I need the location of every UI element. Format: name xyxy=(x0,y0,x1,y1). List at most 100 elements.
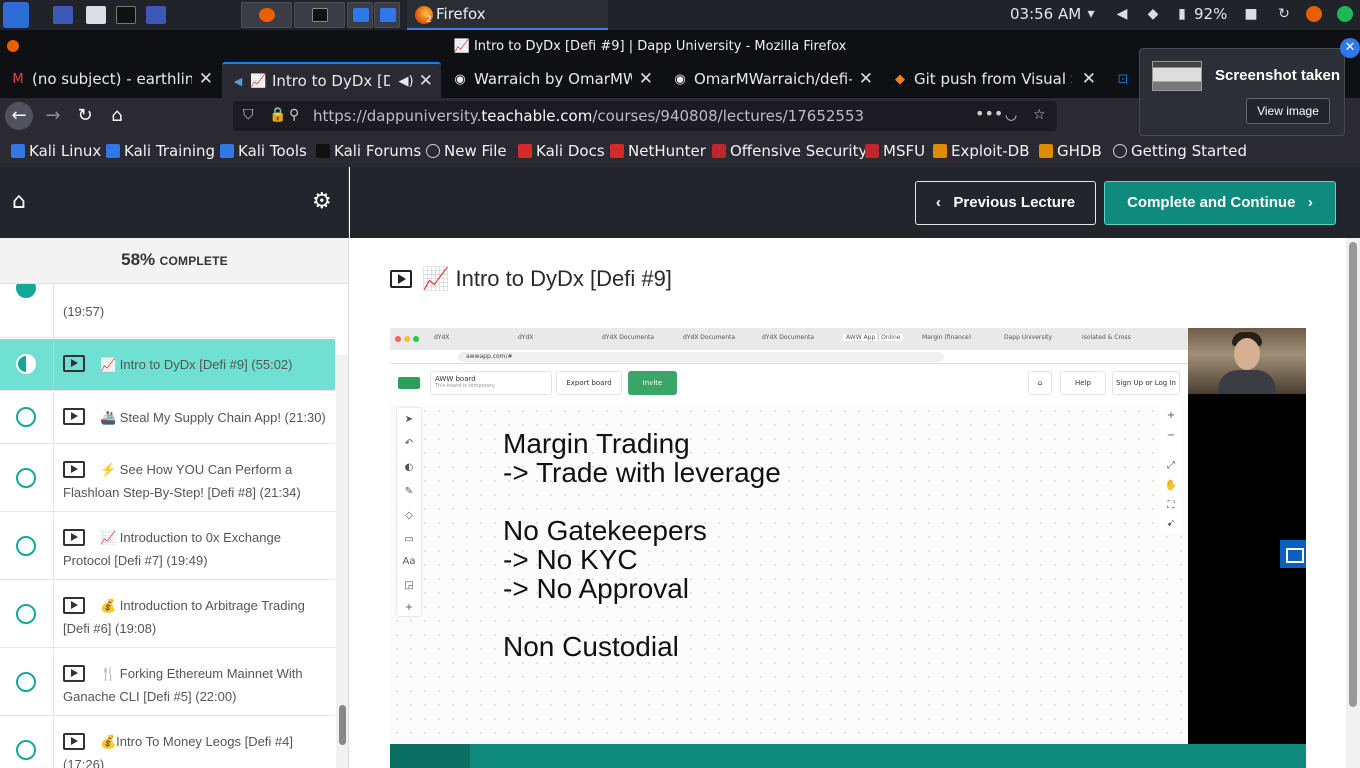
video-player[interactable]: dYdX dYdX dYdX Documenta dYdX Documenta … xyxy=(390,328,1306,768)
lecture-title: 💰 Introduction to Arbitrage Trading [Def… xyxy=(63,598,305,636)
lecture-item[interactable]: (19:57) xyxy=(0,278,335,338)
firefox-tray-icon[interactable] xyxy=(1306,6,1322,22)
home-icon[interactable]: ⌂ xyxy=(12,191,36,213)
hand-icon: ✋ xyxy=(1164,480,1178,491)
bookmark-star-icon[interactable]: ☆ xyxy=(1033,107,1046,123)
add-icon: + xyxy=(404,602,414,613)
bookmark-kali-training[interactable]: Kali Training xyxy=(106,142,215,160)
tab-github-defi[interactable]: ◉ OmarMWarraich/defi-da ✕ xyxy=(662,62,881,98)
files-icon[interactable] xyxy=(86,6,106,24)
tab-stackoverflow[interactable]: ◆ Git push from Visual Stu ✕ xyxy=(882,62,1104,98)
bookmark-nethunter[interactable]: NetHunter xyxy=(610,142,706,160)
notifications-icon[interactable]: ◆ xyxy=(1145,6,1161,22)
board-selector: AWW board This board is temporary xyxy=(430,371,552,395)
bookmark-msfu[interactable]: MSFU xyxy=(865,142,925,160)
zoom-in-icon: + xyxy=(1166,410,1176,421)
tab-label: Intro to DyDx [Defi xyxy=(272,72,390,90)
zoom-out-icon: − xyxy=(1166,430,1176,441)
close-icon[interactable]: ✕ xyxy=(639,69,653,89)
sidebar-scrollbar[interactable] xyxy=(336,355,348,768)
picture-in-picture-button[interactable] xyxy=(1280,540,1306,568)
lecture-header: ‹ Previous Lecture Complete and Continue… xyxy=(350,167,1360,238)
tab-gmail[interactable]: M (no subject) - earthling9 ✕ xyxy=(0,62,221,98)
screenshot-thumbnail xyxy=(1152,61,1202,91)
close-icon[interactable]: ✕ xyxy=(1340,38,1360,58)
complete-and-continue-button[interactable]: Complete and Continue › xyxy=(1104,181,1336,225)
view-image-button[interactable]: View image xyxy=(1246,98,1330,124)
volume-icon[interactable]: ◀ xyxy=(1114,6,1130,22)
task-firefox-active[interactable]: 2 Firefox xyxy=(407,0,608,30)
page-scroll-thumb[interactable] xyxy=(1349,242,1357,707)
bookmark-offensive-security[interactable]: Offensive Security xyxy=(712,142,867,160)
bookmark-kali-tools[interactable]: Kali Tools xyxy=(220,142,307,160)
tab-dydx[interactable]: ◀ 📈 Intro to DyDx [Defi ◀) ✕ xyxy=(222,62,441,98)
lecture-item[interactable]: ⚡ See How YOU Can Perform a Flashloan St… xyxy=(0,445,335,512)
spotify-icon[interactable] xyxy=(1337,6,1353,22)
close-icon[interactable]: ✕ xyxy=(199,69,213,89)
task-firefox-window[interactable] xyxy=(241,2,292,28)
gear-icon[interactable]: ⚙ xyxy=(312,191,336,213)
video-controls[interactable] xyxy=(390,744,1306,768)
lecture-item[interactable]: 📈 Introduction to 0x Exchange Protocol [… xyxy=(0,513,335,580)
close-icon[interactable]: ✕ xyxy=(1082,69,1096,89)
home-icon: ⌂ xyxy=(1028,371,1052,395)
permissions-icon[interactable]: ⚲ xyxy=(289,107,299,123)
reload-button[interactable]: ↻ xyxy=(71,102,99,130)
url-text[interactable]: https://dappuniversity.teachable.com/cou… xyxy=(313,107,864,125)
tab-github-warraich[interactable]: ◉ Warraich by OmarMWar ✕ xyxy=(442,62,661,98)
kali-menu-icon[interactable] xyxy=(3,2,29,28)
sidebar-scroll-thumb[interactable] xyxy=(339,705,346,745)
page-scrollbar[interactable] xyxy=(1346,238,1360,768)
color-icon: ◐ xyxy=(404,462,414,473)
progress-label: COMPLETE xyxy=(159,254,228,268)
home-button[interactable]: ⌂ xyxy=(103,102,131,130)
previous-lecture-button[interactable]: ‹ Previous Lecture xyxy=(915,181,1096,225)
aww-logo xyxy=(398,377,420,389)
refresh-icon[interactable]: ↻ xyxy=(1276,6,1292,22)
workspace-2-icon[interactable] xyxy=(374,2,400,28)
lecture-item-current[interactable]: 📈 Intro to DyDx [Defi #9] (55:02) xyxy=(0,339,335,391)
back-button[interactable]: ← xyxy=(5,102,33,130)
battery-icon[interactable]: ▮ xyxy=(1174,6,1190,22)
bookmark-ghdb[interactable]: GHDB xyxy=(1039,142,1102,160)
complete-and-continue-label: Complete and Continue xyxy=(1127,194,1296,211)
bookmark-kali-linux[interactable]: Kali Linux xyxy=(11,142,101,160)
close-icon[interactable]: ✕ xyxy=(859,69,873,89)
screenshot-notification[interactable]: Screenshot taken View image xyxy=(1139,48,1345,136)
close-icon[interactable]: ✕ xyxy=(419,71,433,91)
tab-label: Warraich by OmarMWar xyxy=(474,70,632,88)
task-terminal-window[interactable] xyxy=(294,2,345,28)
bookmark-kali-docs[interactable]: Kali Docs xyxy=(518,142,605,160)
recorder-icon[interactable] xyxy=(146,6,166,24)
lecture-item[interactable]: 🍴 Forking Ethereum Mainnet With Ganache … xyxy=(0,649,335,716)
lecture-heading-text: 📈 Intro to DyDx [Defi #9] xyxy=(422,266,672,291)
more-actions-icon[interactable]: ••• xyxy=(975,104,1003,123)
wifi-icon[interactable]: ▾ xyxy=(1083,6,1099,22)
bookmark-kali-forums[interactable]: Kali Forums xyxy=(316,142,421,160)
clock[interactable]: 03:56 AM xyxy=(1010,5,1081,23)
lecture-item[interactable]: 🚢 Steal My Supply Chain App! (21:30) xyxy=(0,392,335,444)
audio-playing-icon[interactable]: ◀) xyxy=(398,74,414,90)
workspace-icon[interactable] xyxy=(53,6,73,24)
lock-icon[interactable]: 🔒 xyxy=(269,107,286,123)
fit-icon: ⤢ xyxy=(1167,460,1175,471)
terminal-icon[interactable] xyxy=(116,6,136,24)
url-bar[interactable]: ⛉ 🔒 ⚲ https://dappuniversity.teachable.c… xyxy=(233,101,1057,131)
lock-icon[interactable]: ■ xyxy=(1243,6,1259,22)
video-tab: Isolated & Cross xyxy=(1082,334,1131,341)
notification-title: Screenshot taken xyxy=(1215,67,1341,84)
gmail-icon: M xyxy=(12,72,24,87)
bookmark-exploit-db[interactable]: Exploit-DB xyxy=(933,142,1030,160)
forward-button[interactable]: → xyxy=(39,102,67,130)
shield-icon[interactable]: ⛉ xyxy=(243,107,254,123)
window-title: 📈 Intro to DyDx [Defi #9] | Dapp Univers… xyxy=(453,39,847,54)
workspace-1-icon[interactable] xyxy=(347,2,373,28)
lecture-item[interactable]: 💰Intro To Money Leogs [Defi #4] (17:26) xyxy=(0,717,335,768)
incomplete-icon xyxy=(16,407,36,427)
bookmark-new-file[interactable]: New File xyxy=(426,142,507,160)
tab-label: Git push from Visual Stu xyxy=(914,70,1072,88)
lecture-item[interactable]: 💰 Introduction to Arbitrage Trading [Def… xyxy=(0,581,335,648)
pocket-icon[interactable]: ◡ xyxy=(1005,107,1017,123)
whiteboard-text: -> No KYC xyxy=(503,544,638,575)
bookmark-getting-started[interactable]: Getting Started xyxy=(1113,142,1247,160)
